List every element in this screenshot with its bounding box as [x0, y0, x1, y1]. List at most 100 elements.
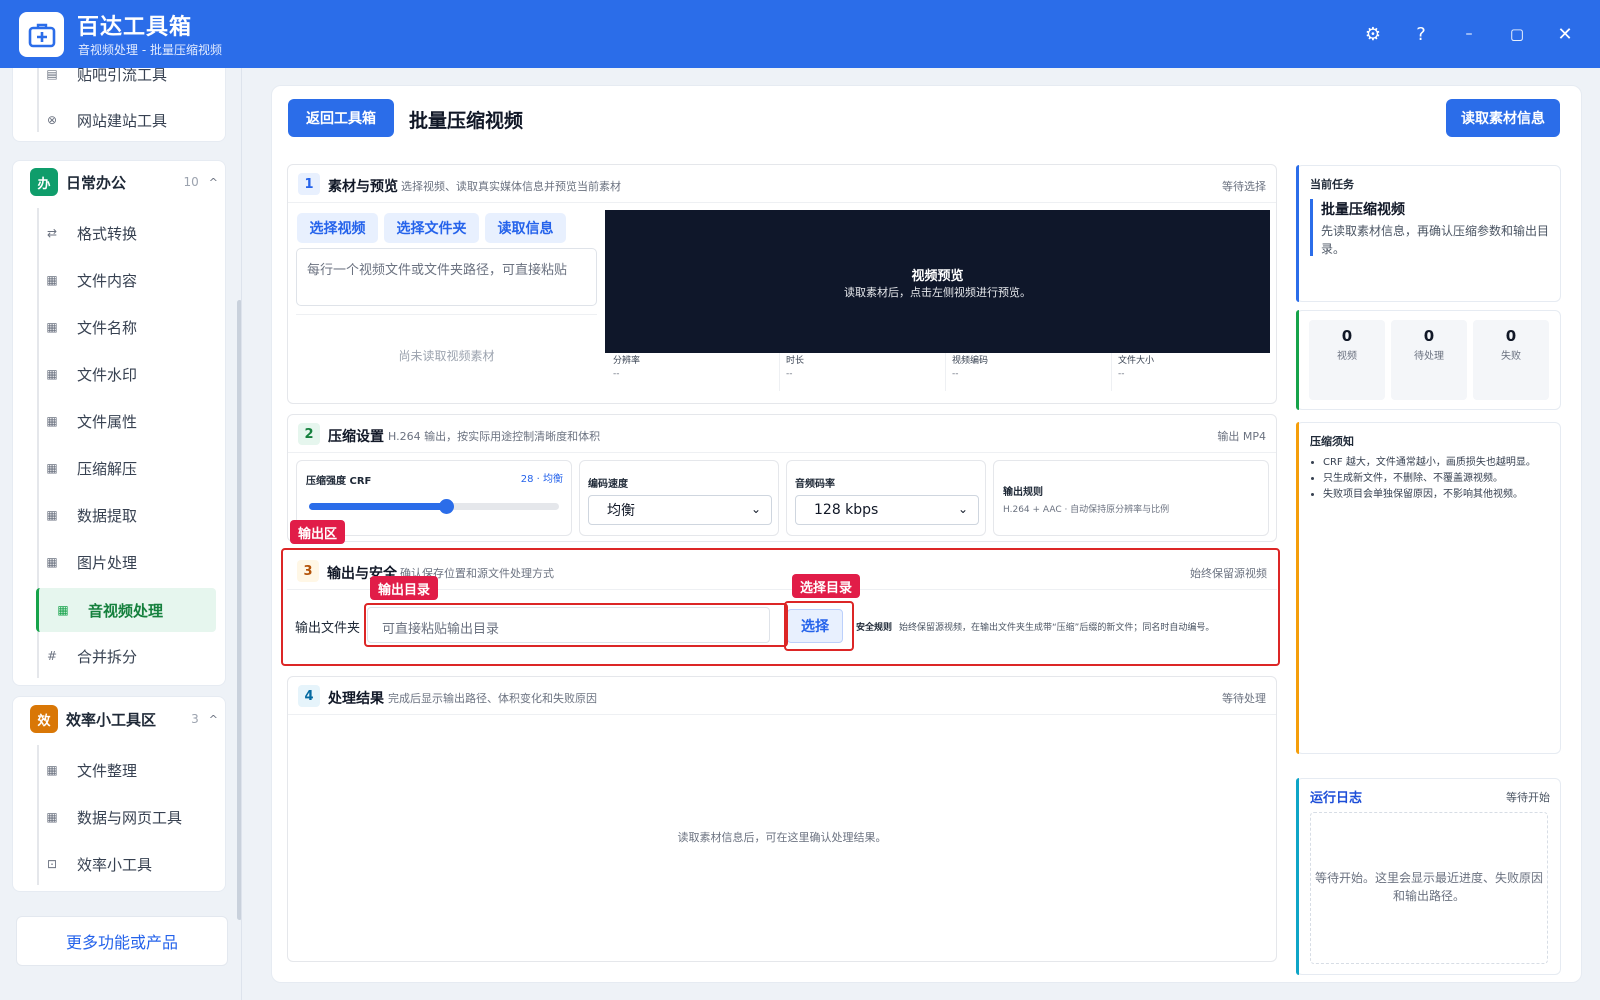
sidebar-item-compress[interactable]: ▦ 压缩解压	[25, 449, 205, 487]
grid-icon: ▦	[46, 508, 58, 522]
box-icon: ⊡	[46, 857, 58, 871]
grid-icon: ▦	[46, 555, 58, 569]
grid-icon: ▦	[46, 367, 58, 381]
read-info-button[interactable]: 读取信息	[485, 213, 566, 243]
section-number: 1	[298, 173, 320, 195]
sidebar-group-efficiency-header[interactable]: 效 效率小工具区 3 ^	[18, 699, 218, 739]
sidebar-item-label: 贴吧引流工具	[77, 68, 168, 84]
title-bar: 百达工具箱 音视频处理 - 批量压缩视频 ⚙ ? – ▢ ✕	[0, 0, 1600, 68]
meta-label: 时长	[786, 356, 805, 366]
task-title: 批量压缩视频	[1321, 202, 1405, 218]
preview-desc: 读取素材后，点击左侧视频进行预览。	[844, 286, 1031, 299]
preview-title: 视频预览	[911, 269, 964, 284]
sidebar-item-file-content[interactable]: ▦ 文件内容	[25, 261, 205, 299]
stat-label: 待处理	[1414, 351, 1444, 362]
crf-slider-thumb[interactable]	[439, 499, 454, 514]
sidebar-item-label: 数据提取	[77, 506, 138, 525]
accent-bar	[1296, 165, 1299, 302]
grid-icon: ▦	[46, 414, 58, 428]
speed-value: 均衡	[607, 503, 635, 519]
output-rule-card: 输出规则 H.264 + AAC · 自动保持原分辨率与比例	[993, 460, 1269, 536]
stat-value: 0	[1341, 327, 1353, 345]
audio-select[interactable]: 128 kbps ⌄	[795, 495, 979, 525]
video-preview[interactable]: 视频预览 读取素材后，点击左侧视频进行预览。	[605, 210, 1270, 353]
sidebar-item-data-web[interactable]: ▦ 数据与网页工具	[25, 798, 205, 836]
log-status: 等待开始	[1506, 791, 1550, 804]
group-title: 日常办公	[66, 173, 127, 192]
sidebar: ▤ 贴吧引流工具 ⊗ 网站建站工具 办 日常办公 10 ^ ⇄ 格式转换 ▦ 文…	[0, 68, 242, 1000]
app-subtitle: 音视频处理 - 批量压缩视频	[78, 43, 222, 57]
read-material-info-button[interactable]: 读取素材信息	[1446, 99, 1560, 137]
section-desc: 完成后显示输出路径、体积变化和失败原因	[388, 692, 597, 705]
accent-bar	[1296, 310, 1299, 410]
sidebar-item-format-convert[interactable]: ⇄ 格式转换	[25, 214, 205, 252]
sidebar-group-office-header[interactable]: 办 日常办公 10 ^	[18, 162, 218, 202]
audio-card: 音频码率 128 kbps ⌄	[786, 460, 986, 536]
sidebar-item-watermark[interactable]: ▦ 文件水印	[25, 355, 205, 393]
section-number: 2	[298, 423, 320, 445]
grid-icon: ▦	[46, 273, 58, 287]
chevron-up-icon: ^	[208, 175, 218, 189]
section-header: 1 素材与预览 选择视频、读取真实媒体信息并预览当前素材 等待选择	[288, 165, 1276, 203]
task-desc: 先读取素材信息，再确认压缩参数和输出目录。	[1321, 224, 1550, 256]
grid-icon: ▦	[46, 810, 58, 824]
globe-icon: ⊗	[46, 113, 58, 127]
meta-value: --	[952, 369, 959, 379]
sidebar-item-efficiency-tools[interactable]: ⊡ 效率小工具	[25, 845, 205, 883]
chevron-down-icon: ⌄	[750, 502, 761, 516]
help-icon[interactable]: ?	[1407, 20, 1435, 48]
group-count: 10	[183, 175, 199, 189]
select-folder-button[interactable]: 选择文件夹	[384, 213, 479, 243]
crf-slider-track[interactable]	[309, 499, 559, 514]
sidebar-item-tieba[interactable]: ▤ 贴吧引流工具	[25, 68, 205, 93]
log-title: 运行日志	[1310, 791, 1363, 806]
meta-value: --	[1118, 369, 1125, 379]
sidebar-scrollbar[interactable]	[237, 300, 241, 920]
speed-card: 编码速度 均衡 ⌄	[579, 460, 779, 536]
group-count: 3	[191, 712, 199, 726]
app-title: 百达工具箱	[77, 15, 193, 40]
speed-select[interactable]: 均衡 ⌄	[588, 495, 772, 525]
meta-resolution: 分辨率 --	[613, 353, 773, 391]
empty-material-text: 尚未读取视频素材	[398, 349, 495, 363]
sidebar-item-av[interactable]: ▦ 音视频处理	[36, 588, 216, 632]
accent-bar	[1296, 422, 1299, 754]
log-area[interactable]: 等待开始。这里会显示最近进度、失败原因和输出路径。	[1310, 812, 1548, 964]
sidebar-item-label: 效率小工具	[77, 855, 153, 874]
chevron-down-icon: ⌄	[957, 502, 968, 516]
meta-filesize: 文件大小 --	[1111, 353, 1269, 391]
sidebar-item-file-organize[interactable]: ▦ 文件整理	[25, 751, 205, 789]
meta-codec: 视频编码 --	[945, 353, 1105, 391]
section-header: 4 处理结果 完成后显示输出路径、体积变化和失败原因 等待处理	[288, 677, 1276, 715]
sidebar-item-file-attr[interactable]: ▦ 文件属性	[25, 402, 205, 440]
meta-value: --	[613, 369, 620, 379]
section-status: 等待选择	[1222, 180, 1266, 193]
sidebar-item-file-name[interactable]: ▦ 文件名称	[25, 308, 205, 346]
path-textarea[interactable]: 每行一个视频文件或文件夹路径，可直接粘贴	[296, 248, 597, 306]
back-to-toolbox-button[interactable]: 返回工具箱	[288, 99, 394, 137]
crf-label: 压缩强度 CRF	[306, 476, 372, 487]
sidebar-item-image[interactable]: ▦ 图片处理	[25, 543, 205, 581]
maximize-icon[interactable]: ▢	[1503, 20, 1531, 48]
office-badge: 办	[30, 168, 58, 196]
audio-value: 128 kbps	[814, 502, 879, 518]
sidebar-item-data-extract[interactable]: ▦ 数据提取	[25, 496, 205, 534]
sidebar-item-label: 数据与网页工具	[77, 808, 183, 827]
accent-bar	[1296, 778, 1299, 975]
sidebar-item-label: 文件水印	[77, 365, 138, 384]
select-video-button[interactable]: 选择视频	[297, 213, 378, 243]
toolbox-icon	[19, 12, 64, 57]
minimize-icon[interactable]: –	[1455, 20, 1483, 48]
current-task-card: 当前任务 批量压缩视频 先读取素材信息，再确认压缩参数和输出目录。	[1296, 165, 1561, 302]
sidebar-item-website[interactable]: ⊗ 网站建站工具	[25, 101, 205, 139]
sidebar-item-label: 压缩解压	[77, 459, 138, 478]
settings-icon[interactable]: ⚙	[1359, 20, 1387, 48]
sidebar-item-merge-split[interactable]: # 合并拆分	[25, 637, 205, 675]
compress-notes-card: 压缩须知 CRF 越大，文件通常越小，画质损失也越明显。 只生成新文件，不删除、…	[1296, 422, 1561, 754]
task-label: 当前任务	[1310, 178, 1354, 191]
grid-icon: ▦	[46, 461, 58, 475]
sidebar-item-label: 音视频处理	[88, 601, 164, 620]
close-icon[interactable]: ✕	[1551, 20, 1579, 48]
more-products-button[interactable]: 更多功能或产品	[16, 916, 228, 966]
meta-label: 文件大小	[1118, 356, 1155, 366]
